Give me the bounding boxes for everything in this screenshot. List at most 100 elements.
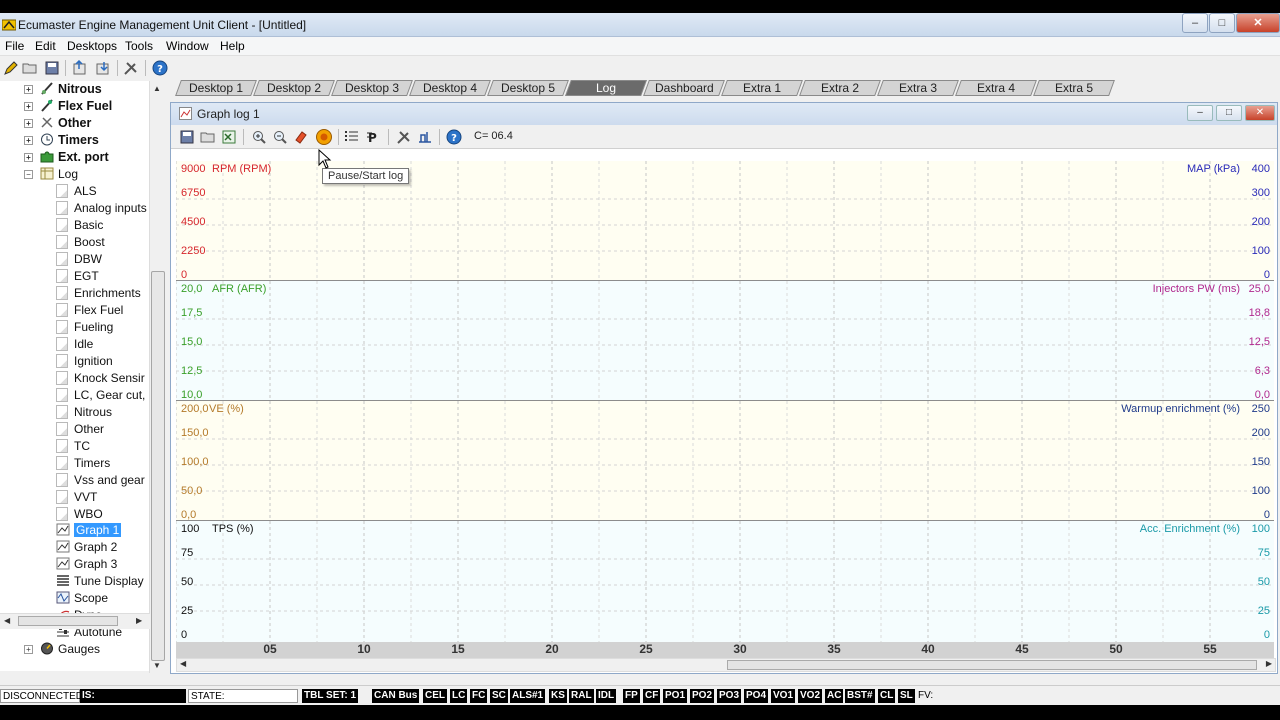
tree-item-log-child[interactable]: Timers (56, 456, 110, 472)
menu-help[interactable]: Help (220, 39, 245, 53)
tree-item-scope[interactable]: Scope (56, 591, 108, 607)
tree-item-log-child[interactable]: Enrichments (56, 286, 141, 302)
graph-plot-area[interactable]: 9000 400 6750 300 4500 200 2250 100 0 0 RPM (RPM) M… (176, 161, 1274, 643)
tree-item-log-child[interactable]: LC, Gear cut, (56, 388, 145, 404)
tab-extra-4[interactable]: Extra 4 (955, 80, 1037, 96)
tree-item-log-child[interactable]: Basic (56, 218, 103, 234)
right-axis-tick-label: 100 (1251, 523, 1270, 535)
upload-icon[interactable] (72, 60, 88, 76)
layout-icon[interactable] (417, 129, 433, 145)
tree-item-graph-2[interactable]: Graph 2 (56, 540, 117, 556)
parameters-icon[interactable]: P (366, 129, 382, 145)
expand-icon[interactable]: + (24, 645, 33, 654)
pencil-icon[interactable] (3, 60, 19, 76)
right-channel-title[interactable]: Injectors PW (ms) (1153, 283, 1240, 295)
expand-icon[interactable]: + (24, 102, 33, 111)
tree-item-log-child[interactable]: VVT (56, 490, 97, 506)
left-channel-title[interactable]: RPM (RPM) (212, 163, 271, 175)
tree-item-log-child[interactable]: Other (56, 422, 104, 438)
export-excel-icon[interactable] (221, 129, 237, 145)
scroll-right-icon[interactable]: ▶ (136, 616, 142, 625)
scroll-left-icon[interactable]: ◀ (4, 616, 10, 625)
tools-icon[interactable] (123, 60, 139, 76)
channel-list-icon[interactable] (344, 129, 360, 145)
menu-edit[interactable]: Edit (35, 39, 56, 53)
graph-horizontal-scrollbar[interactable]: ◀ ▶ (176, 658, 1276, 672)
tab-desktop-2[interactable]: Desktop 2 (253, 80, 335, 96)
scroll-left-icon[interactable]: ◀ (180, 659, 186, 668)
left-channel-title[interactable]: TPS (%) (212, 523, 254, 535)
save-icon[interactable] (44, 60, 60, 76)
tree-hscroll-thumb[interactable] (18, 616, 118, 626)
maximize-button[interactable]: □ (1209, 13, 1235, 33)
tree-horizontal-scrollbar[interactable]: ◀ ▶ (0, 613, 150, 629)
left-channel-title[interactable]: AFR (AFR) (212, 283, 266, 295)
menu-tools[interactable]: Tools (125, 39, 153, 53)
help-icon[interactable]: ? (446, 129, 462, 145)
left-channel-title[interactable]: VE (%) (209, 403, 244, 415)
tree-item-log-child[interactable]: Boost (56, 235, 105, 251)
svg-text:?: ? (157, 64, 163, 75)
graph-minimize-button[interactable]: – (1187, 105, 1213, 121)
tree-item-log-child[interactable]: Knock Sensir (56, 371, 145, 387)
menu-file[interactable]: File (5, 39, 24, 53)
tree-item-log-child[interactable]: DBW (56, 252, 102, 268)
tree-item-log-child[interactable]: WBO (56, 507, 103, 523)
right-channel-title[interactable]: Acc. Enrichment (%) (1140, 523, 1240, 535)
tree-vertical-scrollbar[interactable]: ▲ ▼ (149, 81, 165, 673)
tree-item-graph-1[interactable]: Graph 1 (56, 523, 122, 539)
menu-desktops[interactable]: Desktops (67, 39, 117, 53)
tree-item-log-child[interactable]: Fueling (56, 320, 113, 336)
tab-extra-2[interactable]: Extra 2 (799, 80, 881, 96)
close-button[interactable]: ✕ (1236, 13, 1280, 33)
expand-icon[interactable]: + (24, 136, 33, 145)
tree-item-log-child[interactable]: Flex Fuel (56, 303, 123, 319)
tree-item-graph-3[interactable]: Graph 3 (56, 557, 117, 573)
download-icon[interactable] (95, 60, 111, 76)
mouse-cursor-icon (318, 149, 332, 169)
zoom-out-icon[interactable] (272, 129, 288, 145)
expand-icon[interactable]: + (24, 153, 33, 162)
graph-close-button[interactable]: ✕ (1245, 105, 1275, 121)
tab-desktop-4[interactable]: Desktop 4 (409, 80, 491, 96)
scroll-up-icon[interactable]: ▲ (153, 84, 161, 93)
menu-window[interactable]: Window (166, 39, 209, 53)
tree-item-log-child[interactable]: EGT (56, 269, 99, 285)
expand-icon[interactable]: + (24, 119, 33, 128)
tab-extra-1[interactable]: Extra 1 (721, 80, 803, 96)
tree-item-log-child[interactable]: TC (56, 439, 90, 455)
open-folder-icon[interactable] (22, 60, 38, 76)
collapse-icon[interactable]: − (24, 170, 33, 179)
eraser-icon[interactable] (293, 129, 309, 145)
tree-item-log-child[interactable]: Nitrous (56, 405, 112, 421)
tab-log[interactable]: Log (565, 80, 647, 96)
tab-extra-3[interactable]: Extra 3 (877, 80, 959, 96)
tab-extra-5[interactable]: Extra 5 (1033, 80, 1115, 96)
left-axis-tick-label: 10,0 (181, 389, 203, 401)
right-channel-title[interactable]: MAP (kPa) (1187, 163, 1240, 175)
tree-item-log-child[interactable]: Ignition (56, 354, 113, 370)
pause-start-log-icon[interactable] (315, 128, 333, 146)
tree-item-log-child[interactable]: Vss and gear (56, 473, 145, 489)
zoom-in-icon[interactable] (251, 129, 267, 145)
tree-item-tune-display[interactable]: Tune Display (56, 574, 144, 590)
graph-scroll-thumb[interactable] (727, 660, 1257, 670)
expand-icon[interactable]: + (24, 85, 33, 94)
scroll-right-icon[interactable]: ▶ (1266, 659, 1272, 668)
right-channel-title[interactable]: Warmup enrichment (%) (1121, 403, 1240, 415)
minimize-button[interactable]: – (1182, 13, 1208, 33)
tab-desktop-3[interactable]: Desktop 3 (331, 80, 413, 96)
settings-tools-icon[interactable] (396, 129, 412, 145)
open-log-icon[interactable] (200, 129, 216, 145)
help-icon[interactable]: ? (152, 60, 168, 76)
scroll-down-icon[interactable]: ▼ (153, 661, 161, 670)
tab-dashboard[interactable]: Dashboard (643, 80, 725, 96)
tree-scroll-thumb[interactable] (151, 271, 165, 661)
tab-desktop-5[interactable]: Desktop 5 (487, 80, 569, 96)
tab-desktop-1[interactable]: Desktop 1 (175, 80, 257, 96)
tree-item-log-child[interactable]: Idle (56, 337, 93, 353)
save-log-icon[interactable] (179, 129, 195, 145)
graph-maximize-button[interactable]: □ (1216, 105, 1242, 121)
tree-item-log-child[interactable]: Analog inputs (56, 201, 147, 217)
tree-item-log-child[interactable]: ALS (56, 184, 97, 200)
